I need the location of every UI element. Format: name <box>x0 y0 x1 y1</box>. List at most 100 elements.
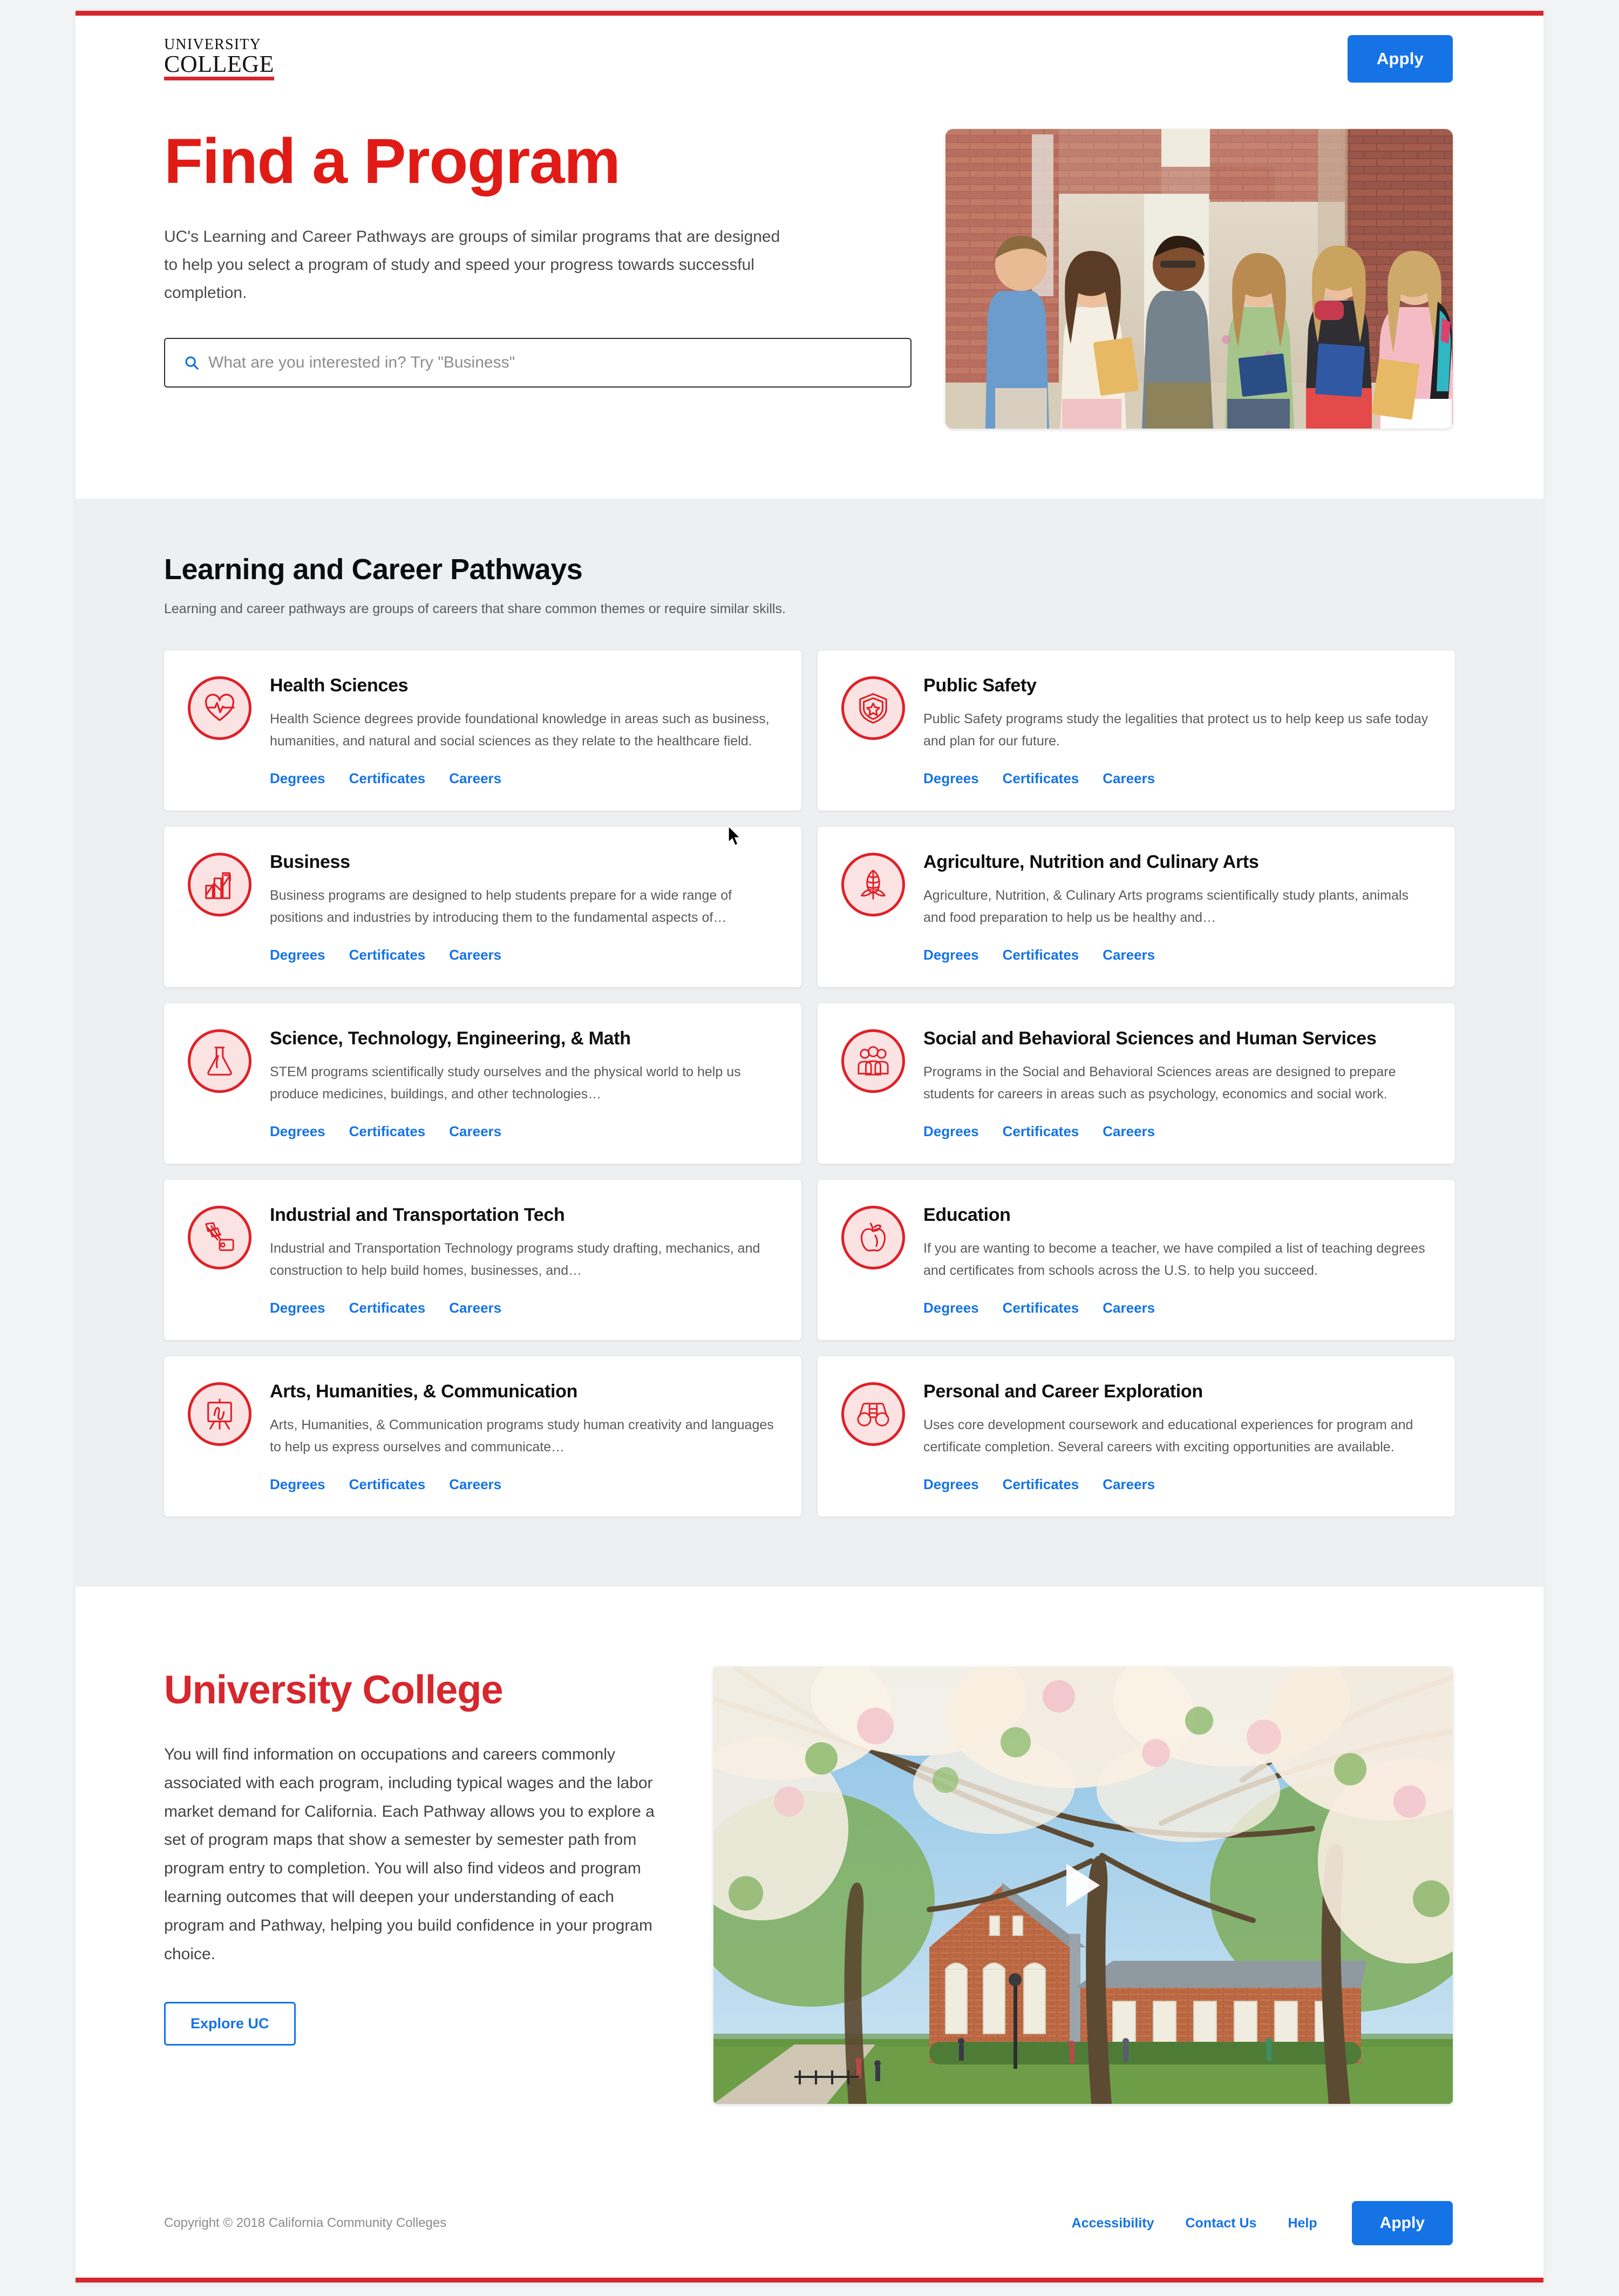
pathway-card-education[interactable]: Education If you are wanting to become a… <box>818 1180 1455 1340</box>
card-title: Public Safety <box>923 675 1037 696</box>
link-certificates[interactable]: Certificates <box>1003 947 1079 963</box>
link-careers[interactable]: Careers <box>449 947 501 963</box>
shield-star-icon <box>841 676 905 740</box>
pathway-card-grid: Health Sciences Health Science degrees p… <box>164 650 1455 1517</box>
card-links: Degrees Certificates Careers <box>270 947 777 963</box>
pathway-card-agriculture[interactable]: Agriculture, Nutrition and Culinary Arts… <box>818 827 1455 987</box>
link-degrees[interactable]: Degrees <box>270 947 325 963</box>
footer-link-contact-us[interactable]: Contact Us <box>1186 2216 1257 2231</box>
pathways-title: Learning and Career Pathways <box>164 553 583 586</box>
pathway-card-social-behavioral-sciences[interactable]: Social and Behavioral Sciences and Human… <box>818 1003 1455 1164</box>
pathway-card-industrial-transportation[interactable]: Industrial and Transportation Tech Indus… <box>164 1180 801 1340</box>
link-degrees[interactable]: Degrees <box>270 1123 325 1140</box>
card-body: Agriculture, Nutrition and Culinary Arts… <box>923 851 1430 963</box>
link-degrees[interactable]: Degrees <box>923 770 979 787</box>
about-title: University College <box>164 1667 504 1712</box>
card-body: Arts, Humanities, & Communication Arts, … <box>270 1380 777 1493</box>
hero-image-art <box>945 129 1453 429</box>
link-degrees[interactable]: Degrees <box>923 1123 979 1140</box>
logo-line-university: UNIVERSITY <box>164 36 261 53</box>
search-icon <box>185 356 199 370</box>
link-certificates[interactable]: Certificates <box>349 1300 426 1316</box>
corn-icon <box>841 853 905 916</box>
card-body: Public Safety Public Safety programs stu… <box>923 674 1430 787</box>
card-description: Programs in the Social and Behavioral Sc… <box>923 1064 1396 1102</box>
logo-line-college: COLLEGE <box>164 50 274 77</box>
link-certificates[interactable]: Certificates <box>1003 1300 1079 1316</box>
card-title: Business <box>270 852 350 872</box>
link-degrees[interactable]: Degrees <box>923 947 979 963</box>
link-careers[interactable]: Careers <box>449 1123 501 1140</box>
card-links: Degrees Certificates Careers <box>270 770 777 787</box>
explore-uc-button[interactable]: Explore UC <box>164 2002 296 2046</box>
card-description: Public Safety programs study the legalit… <box>923 711 1428 749</box>
pathway-card-public-safety[interactable]: Public Safety Public Safety programs stu… <box>818 650 1455 811</box>
card-links: Degrees Certificates Careers <box>270 1300 777 1316</box>
footer-link-help[interactable]: Help <box>1288 2216 1317 2231</box>
campus-video-thumbnail[interactable] <box>713 1667 1453 2104</box>
about-text-column: University College You will find informa… <box>164 1667 713 2104</box>
link-careers[interactable]: Careers <box>449 1300 501 1316</box>
apply-button-footer[interactable]: Apply <box>1351 2201 1453 2245</box>
logo-underline <box>164 77 274 81</box>
link-certificates[interactable]: Certificates <box>1003 1476 1079 1493</box>
card-body: Health Sciences Health Science degrees p… <box>270 674 777 787</box>
card-links: Degrees Certificates Careers <box>923 1123 1430 1140</box>
link-degrees[interactable]: Degrees <box>270 1476 325 1493</box>
apple-icon <box>841 1206 905 1269</box>
site-footer: Copyright © 2018 California Community Co… <box>76 2185 1543 2283</box>
binoculars-icon <box>841 1382 905 1446</box>
card-links: Degrees Certificates Careers <box>270 1476 777 1493</box>
card-description: Health Science degrees provide foundatio… <box>270 711 770 749</box>
link-certificates[interactable]: Certificates <box>1003 1123 1079 1140</box>
link-certificates[interactable]: Certificates <box>349 770 426 787</box>
pathway-card-business[interactable]: Business Business programs are designed … <box>164 827 801 987</box>
card-description: Industrial and Transportation Technology… <box>270 1241 760 1278</box>
page-title: Find a Program <box>164 126 621 197</box>
link-certificates[interactable]: Certificates <box>349 947 426 963</box>
search-input[interactable] <box>208 339 910 387</box>
link-certificates[interactable]: Certificates <box>349 1123 426 1140</box>
link-careers[interactable]: Careers <box>449 1476 501 1493</box>
card-title: Social and Behavioral Sciences and Human… <box>923 1028 1377 1049</box>
apply-button-header[interactable]: Apply <box>1347 35 1453 83</box>
easel-icon <box>188 1382 251 1446</box>
footer-link-accessibility[interactable]: Accessibility <box>1072 2216 1154 2231</box>
hero-students-image <box>945 129 1453 429</box>
link-careers[interactable]: Careers <box>1103 1476 1155 1493</box>
link-careers[interactable]: Careers <box>1103 947 1155 963</box>
link-degrees[interactable]: Degrees <box>923 1476 979 1493</box>
pathways-subtitle: Learning and career pathways are groups … <box>164 601 786 616</box>
card-description: If you are wanting to become a teacher, … <box>923 1241 1425 1278</box>
page-container: UNIVERSITY COLLEGE Apply Find a Program … <box>76 11 1543 2283</box>
card-body: Business Business programs are designed … <box>270 851 777 963</box>
university-college-logo[interactable]: UNIVERSITY COLLEGE <box>164 37 274 81</box>
pathways-section: Learning and Career Pathways Learning an… <box>76 499 1543 1587</box>
play-icon[interactable] <box>1066 1864 1100 1907</box>
pathway-card-personal-career-exploration[interactable]: Personal and Career Exploration Uses cor… <box>818 1356 1455 1517</box>
link-careers[interactable]: Careers <box>449 770 501 787</box>
card-title: Industrial and Transportation Tech <box>270 1205 565 1225</box>
pathway-card-stem[interactable]: Science, Technology, Engineering, & Math… <box>164 1003 801 1164</box>
card-title: Education <box>923 1205 1011 1225</box>
card-title: Health Sciences <box>270 675 409 696</box>
copyright-text: Copyright © 2018 California Community Co… <box>164 2216 447 2230</box>
card-body: Science, Technology, Engineering, & Math… <box>270 1027 777 1140</box>
bar-chart-icon <box>188 853 251 916</box>
link-certificates[interactable]: Certificates <box>349 1476 426 1493</box>
card-title: Personal and Career Exploration <box>923 1381 1203 1402</box>
pathway-card-health-sciences[interactable]: Health Sciences Health Science degrees p… <box>164 650 801 811</box>
link-degrees[interactable]: Degrees <box>923 1300 979 1316</box>
pathway-card-arts-humanities[interactable]: Arts, Humanities, & Communication Arts, … <box>164 1356 801 1517</box>
link-careers[interactable]: Careers <box>1103 770 1155 787</box>
link-careers[interactable]: Careers <box>1103 1123 1155 1140</box>
card-body: Education If you are wanting to become a… <box>923 1204 1430 1316</box>
search-box[interactable] <box>164 338 911 388</box>
card-links: Degrees Certificates Careers <box>923 1300 1430 1316</box>
link-certificates[interactable]: Certificates <box>1003 770 1079 787</box>
card-body: Industrial and Transportation Tech Indus… <box>270 1204 777 1316</box>
link-degrees[interactable]: Degrees <box>270 770 325 787</box>
link-degrees[interactable]: Degrees <box>270 1300 325 1316</box>
card-description: Agriculture, Nutrition, & Culinary Arts … <box>923 888 1409 925</box>
link-careers[interactable]: Careers <box>1103 1300 1155 1316</box>
